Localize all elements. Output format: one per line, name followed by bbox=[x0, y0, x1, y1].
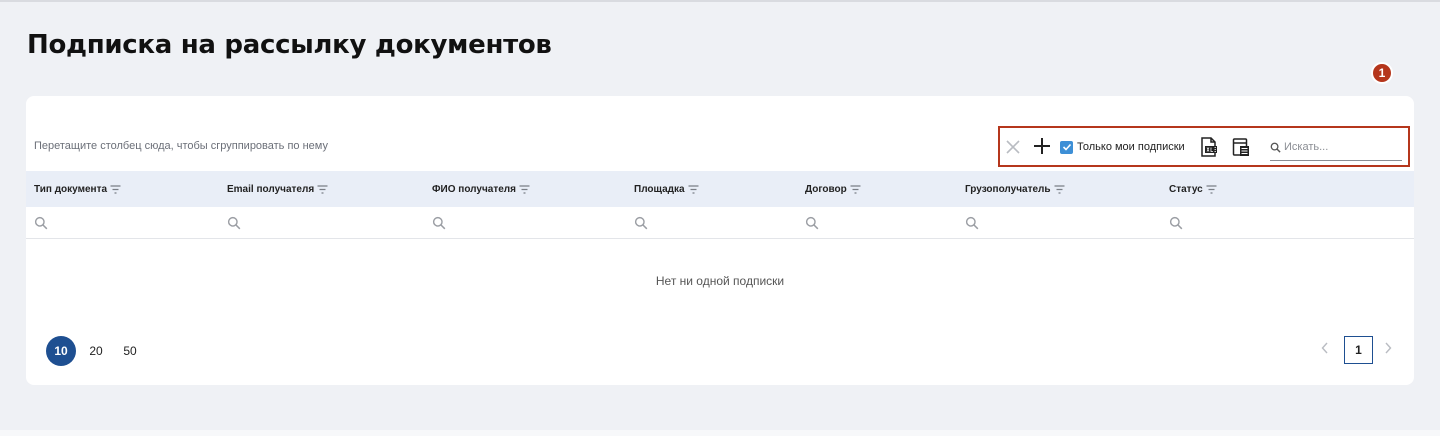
search-icon[interactable] bbox=[965, 216, 979, 230]
filter-icon[interactable] bbox=[850, 184, 861, 194]
grid-toolbar: Только мои подписки bbox=[998, 126, 1410, 167]
filter-icon[interactable] bbox=[1054, 184, 1065, 194]
column-header-label: Email получателя bbox=[227, 183, 315, 195]
page-size-20[interactable]: 20 bbox=[81, 336, 111, 366]
next-page-button[interactable] bbox=[1378, 338, 1398, 358]
column-header-label: Договор bbox=[805, 183, 847, 195]
column-header-label: Тип документа bbox=[34, 183, 108, 195]
clear-button[interactable] bbox=[1002, 136, 1024, 158]
search-icon[interactable] bbox=[1169, 216, 1183, 230]
checkbox-checked-icon[interactable] bbox=[1060, 140, 1073, 154]
search-icon bbox=[1270, 142, 1281, 153]
empty-message: Нет ни одной подписки bbox=[655, 274, 785, 288]
column-header-label: Площадка bbox=[634, 183, 685, 195]
column-header-label: Грузополучатель bbox=[965, 183, 1051, 195]
group-panel-hint[interactable]: Перетащите столбец сюда, чтобы сгруппиро… bbox=[34, 140, 328, 152]
search-input[interactable] bbox=[1284, 141, 1394, 153]
only-mine-label: Только мои подписки bbox=[1077, 141, 1185, 153]
column-header[interactable]: Договор bbox=[805, 171, 861, 207]
subscriptions-grid: Перетащите столбец сюда, чтобы сгруппиро… bbox=[26, 96, 1414, 385]
search-icon[interactable] bbox=[805, 216, 819, 230]
column-header[interactable]: Статус bbox=[1169, 171, 1217, 207]
page-size-50[interactable]: 50 bbox=[115, 336, 145, 366]
column-header[interactable]: Тип документа bbox=[34, 171, 121, 207]
column-header-label: Статус bbox=[1169, 183, 1203, 195]
search-icon[interactable] bbox=[227, 216, 241, 230]
column-header[interactable]: ФИО получателя bbox=[432, 171, 530, 207]
column-header[interactable]: Email получателя bbox=[227, 171, 328, 207]
add-subscription-button[interactable] bbox=[1031, 135, 1053, 157]
add-icon bbox=[1034, 138, 1050, 154]
annotation-badge: 1 bbox=[1371, 62, 1393, 84]
only-mine-checkbox[interactable]: Только мои подписки bbox=[1060, 139, 1185, 155]
column-header[interactable]: Грузополучатель bbox=[965, 171, 1065, 207]
filter-icon[interactable] bbox=[519, 184, 530, 194]
column-header-label: ФИО получателя bbox=[432, 183, 516, 195]
chevron-right-icon bbox=[1385, 342, 1392, 354]
top-divider bbox=[0, 0, 1440, 2]
search-icon[interactable] bbox=[634, 216, 648, 230]
bottom-band bbox=[0, 430, 1440, 436]
filter-icon[interactable] bbox=[110, 184, 121, 194]
chevron-left-icon bbox=[1321, 342, 1328, 354]
filter-icon[interactable] bbox=[1206, 184, 1217, 194]
filter-icon[interactable] bbox=[317, 184, 328, 194]
page-title: Подписка на рассылку документов bbox=[27, 30, 552, 60]
export-button[interactable] bbox=[1198, 135, 1220, 159]
column-header[interactable]: Площадка bbox=[634, 171, 699, 207]
filter-icon[interactable] bbox=[688, 184, 699, 194]
search-icon[interactable] bbox=[34, 216, 48, 230]
search-icon[interactable] bbox=[432, 216, 446, 230]
prev-page-button[interactable] bbox=[1315, 338, 1335, 358]
export-xlsx-icon bbox=[1201, 137, 1217, 157]
page-size-10[interactable]: 10 bbox=[46, 336, 76, 366]
grid-search[interactable] bbox=[1270, 134, 1402, 161]
page-number-current[interactable]: 1 bbox=[1344, 336, 1373, 364]
column-chooser-button[interactable] bbox=[1230, 135, 1252, 159]
filter-row bbox=[26, 207, 1414, 239]
table-header-row: Тип документа Email получателя ФИО получ… bbox=[26, 171, 1414, 207]
column-chooser-icon bbox=[1232, 138, 1249, 156]
clear-icon bbox=[1006, 140, 1020, 154]
